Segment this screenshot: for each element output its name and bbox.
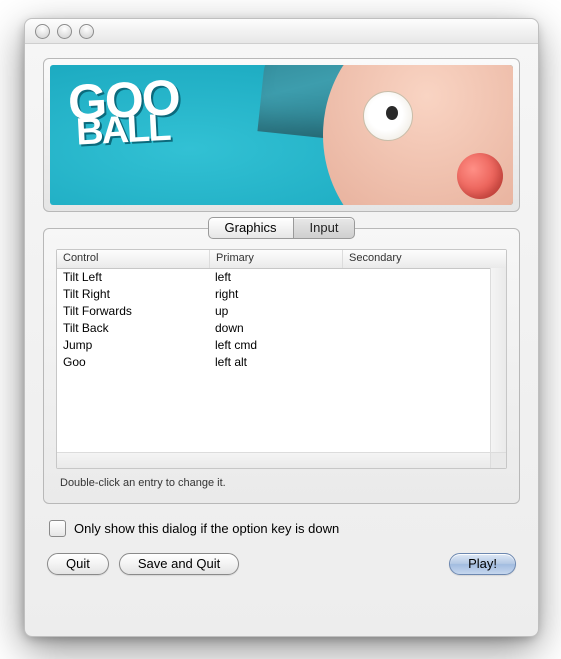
col-header-control-label: Control	[63, 252, 98, 264]
save-and-quit-button-label: Save and Quit	[138, 556, 220, 571]
settings-panel: Graphics Input Control Primary Secondary…	[43, 228, 520, 504]
button-row: Quit Save and Quit Play!	[47, 553, 516, 575]
cell-control: Tilt Back	[57, 321, 209, 335]
banner: GOO BALL	[50, 65, 513, 205]
close-window-button[interactable]	[35, 24, 50, 39]
logo-line-2: BALL	[75, 111, 179, 149]
only-show-checkbox[interactable]	[49, 520, 66, 537]
table-body: Tilt LeftleftTilt RightrightTilt Forward…	[57, 268, 491, 468]
character-nose	[457, 153, 503, 199]
cell-control: Jump	[57, 338, 209, 352]
table-row[interactable]: Tilt Leftleft	[57, 268, 491, 285]
cell-primary: up	[209, 304, 341, 318]
cell-control: Goo	[57, 355, 209, 369]
only-show-row: Only show this dialog if the option key …	[49, 520, 514, 537]
table-row[interactable]: Gooleft alt	[57, 353, 491, 370]
cell-primary: left	[209, 270, 341, 284]
tab-graphics[interactable]: Graphics	[208, 217, 293, 239]
cell-control: Tilt Right	[57, 287, 209, 301]
col-header-primary[interactable]: Primary	[210, 250, 343, 268]
scrollbar-horizontal[interactable]	[57, 452, 491, 468]
col-header-secondary[interactable]: Secondary	[343, 250, 506, 268]
window: GOO BALL Graphics Input Control Primary …	[24, 18, 539, 637]
table-row[interactable]: Jumpleft cmd	[57, 336, 491, 353]
cell-control: Tilt Left	[57, 270, 209, 284]
titlebar	[25, 19, 538, 44]
cell-primary: right	[209, 287, 341, 301]
table-row[interactable]: Tilt Forwardsup	[57, 302, 491, 319]
col-header-secondary-label: Secondary	[349, 252, 402, 264]
cell-primary: down	[209, 321, 341, 335]
scrollbar-vertical[interactable]	[490, 268, 506, 453]
col-header-control[interactable]: Control	[57, 250, 210, 268]
scroll-corner	[490, 452, 506, 468]
tab-graphics-label: Graphics	[225, 220, 277, 235]
save-and-quit-button[interactable]: Save and Quit	[119, 553, 239, 575]
cell-primary: left alt	[209, 355, 341, 369]
table-row[interactable]: Tilt Rightright	[57, 285, 491, 302]
tab-input-label: Input	[310, 220, 339, 235]
table-row[interactable]: Tilt Backdown	[57, 319, 491, 336]
banner-frame: GOO BALL	[43, 58, 520, 212]
bindings-table: Control Primary Secondary Tilt LeftleftT…	[56, 249, 507, 469]
table-header: Control Primary Secondary	[57, 250, 506, 269]
cell-control: Tilt Forwards	[57, 304, 209, 318]
quit-button-label: Quit	[66, 556, 90, 571]
tabstrip: Graphics Input	[44, 217, 519, 239]
play-button-label: Play!	[468, 556, 497, 571]
zoom-window-button[interactable]	[79, 24, 94, 39]
col-header-primary-label: Primary	[216, 252, 254, 264]
quit-button[interactable]: Quit	[47, 553, 109, 575]
cell-primary: left cmd	[209, 338, 341, 352]
character-eye	[363, 91, 413, 141]
minimize-window-button[interactable]	[57, 24, 72, 39]
table-hint: Double-click an entry to change it.	[56, 469, 507, 491]
only-show-label: Only show this dialog if the option key …	[74, 521, 339, 536]
tab-input[interactable]: Input	[293, 217, 356, 239]
play-button[interactable]: Play!	[449, 553, 516, 575]
game-logo: GOO BALL	[68, 79, 179, 146]
